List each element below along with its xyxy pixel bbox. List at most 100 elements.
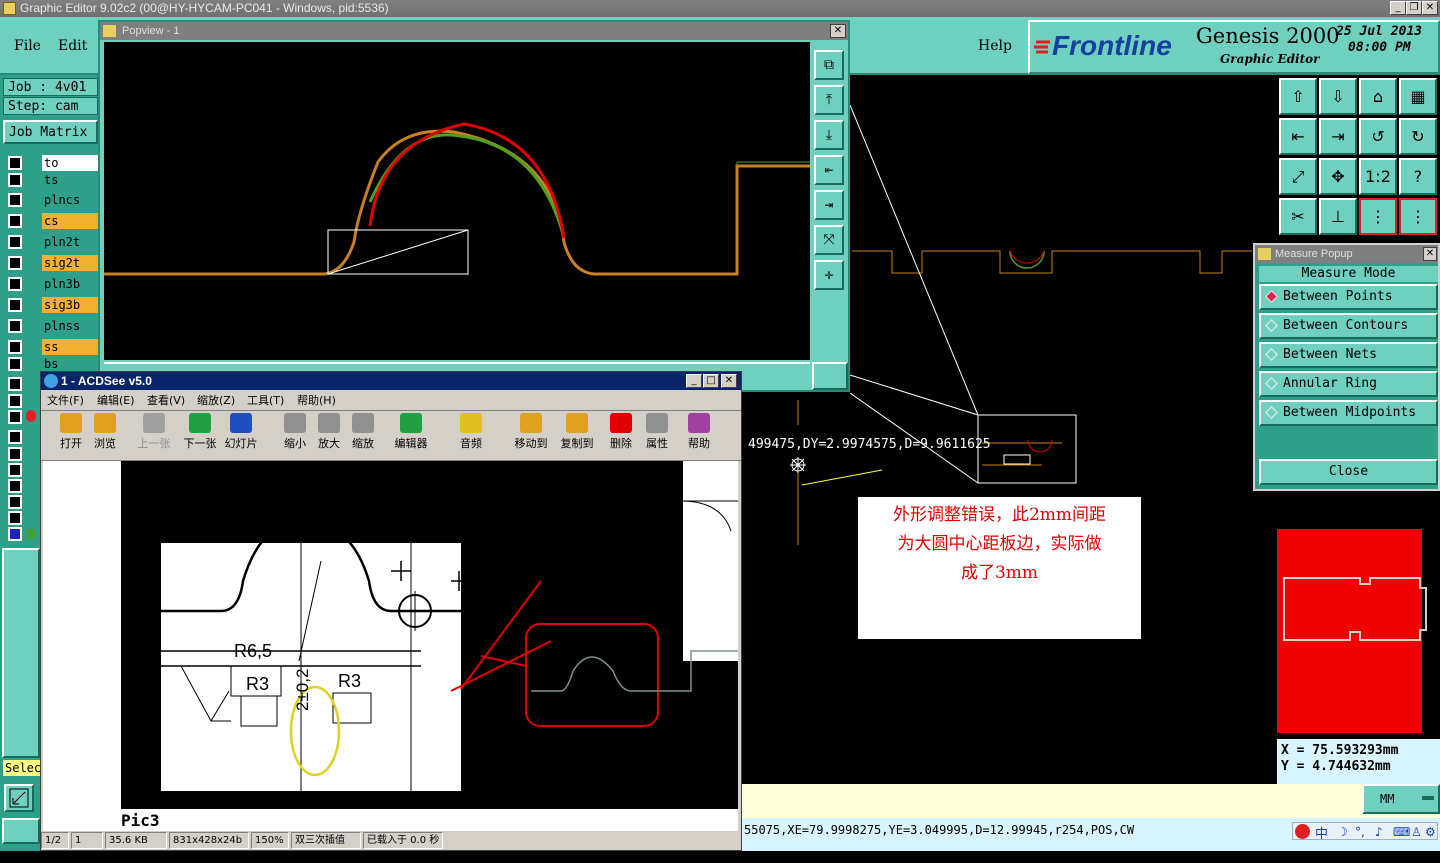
measure-close-x-button[interactable]: ✕ (1423, 247, 1437, 261)
rotate-left-icon[interactable]: ↺ (1359, 118, 1397, 155)
layer-checkbox[interactable] (8, 256, 22, 270)
acdsee-tool-button[interactable]: 编辑器 (393, 413, 429, 457)
acdsee-menu-item[interactable]: 工具(T) (247, 391, 284, 410)
layer-row[interactable]: pln2t (2, 232, 100, 252)
grid-icon[interactable]: ▦ (1399, 78, 1437, 115)
ime-mode[interactable]: 中 (1315, 823, 1328, 842)
measure-option[interactable]: Between Nets (1259, 342, 1438, 368)
fit-icon[interactable]: ⤢ (1279, 158, 1317, 195)
acdsee-menu-item[interactable]: 编辑(E) (97, 391, 135, 410)
pan-icon[interactable]: ✥ (1319, 158, 1357, 195)
layer-checkbox-selected[interactable] (8, 527, 22, 541)
left-bottom-button[interactable] (2, 818, 40, 844)
layer-row[interactable]: cs (2, 211, 100, 231)
home-icon[interactable]: ⌂ (1359, 78, 1397, 115)
acdsee-tool-button[interactable]: 打开 (53, 413, 89, 457)
layers-red-icon[interactable]: ⋮ (1359, 198, 1397, 235)
acdsee-tool-button[interactable]: 帮助 (681, 413, 717, 457)
shift-right-icon[interactable]: ⇥ (1319, 118, 1357, 155)
layer-checkbox[interactable] (8, 511, 22, 525)
move-down-icon[interactable]: ⇩ (1319, 78, 1357, 115)
layer-checkbox[interactable] (8, 463, 22, 477)
acdsee-tool-button[interactable]: 复制到 (559, 413, 595, 457)
layer-row[interactable]: pln3b (2, 274, 100, 294)
maximize-button[interactable]: ❐ (1406, 1, 1422, 15)
acdsee-menu-item[interactable]: 帮助(H) (297, 391, 336, 410)
popview-tool-icon[interactable]: ✛ (814, 260, 844, 290)
layer-checkbox[interactable] (8, 193, 22, 207)
ime-tray[interactable]: 中 ☽ °, ♪ ⌨ ♙ ⚙ (1292, 822, 1438, 842)
acdsee-menu-item[interactable]: 缩放(Z) (197, 391, 235, 410)
popview-tool-icon[interactable]: ⇤ (814, 155, 844, 185)
acdsee-tool-button[interactable]: 删除 (603, 413, 639, 457)
layer-row[interactable]: plncs (2, 190, 100, 210)
acdsee-maximize-button[interactable]: □ (703, 374, 719, 388)
popview-tool-icon[interactable]: ⤒ (814, 85, 844, 115)
layers-red2-icon[interactable]: ⋮ (1399, 198, 1437, 235)
move-up-icon[interactable]: ⇧ (1279, 78, 1317, 115)
units-select[interactable]: MM (1362, 784, 1440, 814)
help-icon[interactable]: ? (1399, 158, 1437, 195)
layer-checkbox[interactable] (8, 277, 22, 291)
command-bar[interactable] (742, 784, 1440, 818)
layer-checkbox[interactable] (8, 447, 22, 461)
rotate-right-icon[interactable]: ↻ (1399, 118, 1437, 155)
left-scroll-panel[interactable] (2, 548, 40, 758)
acdsee-tool-button[interactable]: 下一张 (177, 413, 223, 457)
measure-option[interactable]: Between Contours (1259, 313, 1438, 339)
layer-checkbox[interactable] (8, 235, 22, 249)
acdsee-tool-button[interactable]: 属性 (639, 413, 675, 457)
snap-icon[interactable]: ⊥ (1319, 198, 1357, 235)
layer-row[interactable]: sig2t (2, 253, 100, 273)
resize-tool-button[interactable] (4, 784, 34, 812)
measure-option[interactable]: Between Points (1259, 284, 1438, 310)
layer-checkbox[interactable] (8, 430, 22, 444)
layer-row[interactable]: sig3b (2, 295, 100, 315)
measure-close-button[interactable]: Close (1259, 459, 1438, 485)
minimize-button[interactable]: _ (1390, 1, 1406, 15)
acdsee-tool-button[interactable]: 音频 (453, 413, 489, 457)
menu-edit[interactable]: Edit (58, 38, 87, 54)
layer-checkbox[interactable] (8, 394, 22, 408)
popview-tool-icon[interactable]: ⧉ (814, 50, 844, 80)
menu-file[interactable]: File (14, 38, 41, 54)
measure-popup[interactable]: Measure Popup ✕ Measure Mode Between Poi… (1253, 243, 1440, 491)
acdsee-tool-button[interactable]: 浏览 (87, 413, 123, 457)
image-viewport[interactable]: R6,5 R3 R3 2±0,2 Pic3 (43, 461, 738, 831)
popview-corner-button[interactable] (812, 362, 848, 390)
acdsee-tool-button[interactable]: 幻灯片 (223, 413, 259, 457)
acdsee-close-button[interactable]: ✕ (721, 374, 737, 388)
popview-tool-icon[interactable]: ⤧ (814, 225, 844, 255)
layer-checkbox[interactable] (8, 479, 22, 493)
layer-checkbox[interactable] (8, 357, 22, 371)
menu-help[interactable]: Help (978, 38, 1012, 54)
close-button[interactable]: ✕ (1422, 1, 1438, 15)
popview-close-button[interactable]: ✕ (830, 24, 846, 38)
acdsee-menu-item[interactable]: 文件(F) (47, 391, 84, 410)
shift-left-icon[interactable]: ⇤ (1279, 118, 1317, 155)
layer-checkbox[interactable] (8, 377, 22, 391)
layer-checkbox[interactable] (8, 319, 22, 333)
acdsee-window[interactable]: 1 - ACDSee v5.0 _ □ ✕ 文件(F) 编辑(E) 查看(V) 缩放(… (40, 371, 742, 861)
layer-checkbox[interactable] (8, 156, 22, 170)
scale-icon[interactable]: 1:2 (1359, 158, 1397, 195)
popview-tool-icon[interactable]: ⇥ (814, 190, 844, 220)
layer-row[interactable]: plnss (2, 316, 100, 336)
job-matrix-button[interactable]: Job Matrix (3, 120, 98, 144)
acdsee-tool-button[interactable]: 缩放 (345, 413, 381, 457)
layer-checkbox[interactable] (8, 298, 22, 312)
popview-window[interactable]: Popview - 1 ✕ ⧉ ⤒ ⤓ ⇤ ⇥ ⤧ ✛ (98, 20, 850, 392)
acdsee-tool-button[interactable]: 缩小 (277, 413, 313, 457)
layer-checkbox[interactable] (8, 495, 22, 509)
acdsee-tool-button[interactable]: 放大 (311, 413, 347, 457)
popview-canvas[interactable] (104, 42, 810, 360)
layer-checkbox[interactable] (8, 214, 22, 228)
layer-checkbox[interactable] (8, 173, 22, 187)
layer-checkbox[interactable] (8, 340, 22, 354)
acdsee-minimize-button[interactable]: _ (686, 374, 702, 388)
measure-option[interactable]: Annular Ring (1259, 371, 1438, 397)
acdsee-tool-button[interactable]: 移动到 (513, 413, 549, 457)
measure-option[interactable]: Between Midpoints (1259, 400, 1438, 426)
layer-checkbox[interactable] (8, 410, 22, 424)
popview-tool-icon[interactable]: ⤓ (814, 120, 844, 150)
